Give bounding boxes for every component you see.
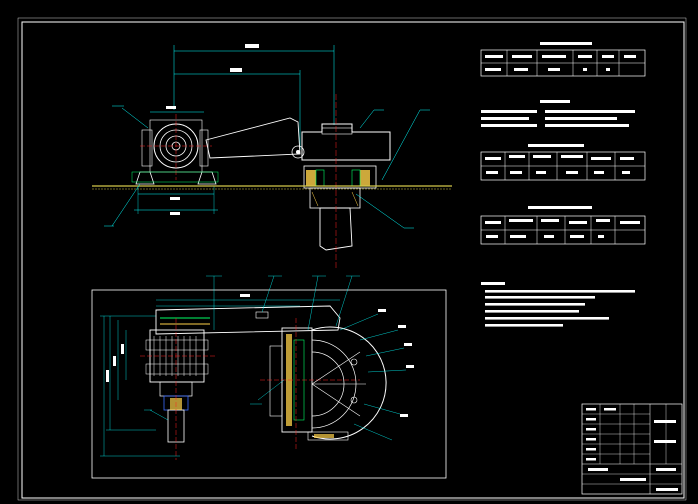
- sheet-outer-border: [17, 17, 687, 501]
- text-block-middle: [481, 100, 635, 127]
- spec-table-1: [480, 42, 646, 77]
- plan-motor: [140, 318, 216, 460]
- dim-text-motor-width: [166, 106, 176, 109]
- elevation-view: [92, 44, 452, 270]
- title-block: [581, 403, 683, 495]
- dim-text-second: [230, 68, 242, 72]
- ground-line: [92, 185, 452, 190]
- sheet-border: [21, 21, 685, 499]
- technical-notes: [481, 282, 635, 327]
- spec-table-3: [480, 206, 646, 245]
- drive-arm: [205, 117, 301, 159]
- drawing-canvas: [17, 17, 687, 501]
- dim-text-top: [245, 44, 259, 48]
- gearbox-housing: [301, 123, 391, 161]
- cad-drawing-viewport[interactable]: [0, 0, 698, 504]
- plan-view-frame: [91, 289, 447, 479]
- spec-table-2: [480, 144, 646, 181]
- plan-disc: [307, 326, 387, 441]
- plan-view: [91, 275, 447, 479]
